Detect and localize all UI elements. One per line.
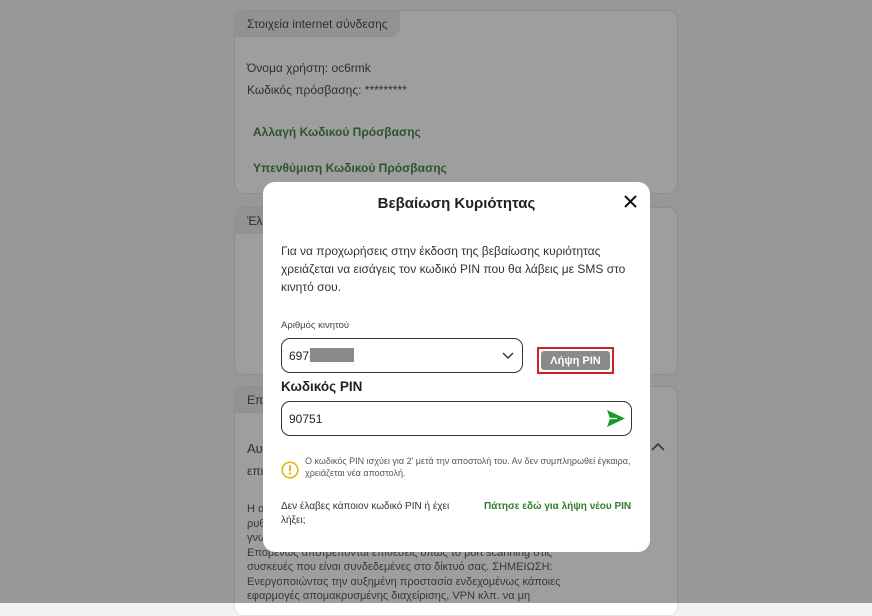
close-button[interactable] — [620, 191, 640, 211]
chevron-down-icon — [502, 352, 514, 359]
redacted-number-mask — [310, 348, 354, 362]
get-pin-button[interactable]: Λήψη PIN — [541, 351, 610, 370]
info-icon — [281, 461, 299, 479]
send-icon[interactable] — [606, 409, 626, 428]
modal-intro-text: Για να προχωρήσεις στην έκδοση της βεβαί… — [281, 244, 626, 294]
modal-title: Βεβαίωση Κυριότητας — [377, 195, 536, 212]
mobile-number-label: Αριθμός κινητού — [281, 320, 350, 331]
pin-validity-info: Ο κωδικός PIN ισχύει για 2' μετά την απο… — [305, 456, 631, 478]
pin-input-value: 90751 — [289, 412, 323, 426]
pin-label: Κωδικός PIN — [281, 379, 363, 394]
get-pin-highlight: Λήψη PIN — [537, 347, 614, 374]
resend-question: Δεν έλαβες κάποιον κωδικό PIN ή έχει λήξ… — [281, 501, 450, 526]
close-icon — [623, 194, 637, 208]
resend-pin-link[interactable]: Πάτησε εδώ για λήψη νέου PIN — [484, 501, 634, 513]
pin-input[interactable]: 90751 — [281, 401, 632, 436]
ownership-confirmation-modal: Βεβαίωση Κυριότητας Για να προχωρήσεις σ… — [263, 182, 650, 552]
